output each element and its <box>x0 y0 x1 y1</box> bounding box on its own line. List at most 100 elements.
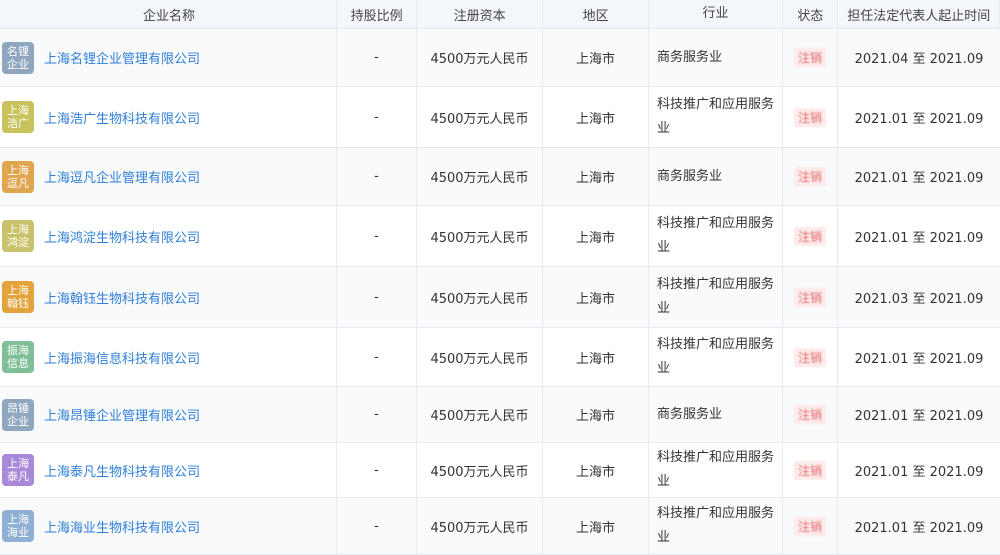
share-cell: - <box>337 206 417 266</box>
company-name-cell: 上海翰钰 上海翰钰生物科技有限公司 <box>0 267 337 327</box>
company-name-link[interactable]: 上海逗凡企业管理有限公司 <box>44 167 200 186</box>
company-name-link[interactable]: 上海海业生物科技有限公司 <box>44 517 200 536</box>
company-name-link[interactable]: 上海名锂企业管理有限公司 <box>44 48 200 67</box>
table-row[interactable]: 上海海业 上海海业生物科技有限公司 -4500万元人民币 上海市 科技推广和应用服务业注… <box>0 498 1000 555</box>
company-logo: 上海浩广 <box>2 101 34 133</box>
industry-cell: 科技推广和应用服务业 <box>649 87 783 147</box>
table-row[interactable]: 上海鸿淀 上海鸿淀生物科技有限公司 -4500万元人民币 上海市 科技推广和应用服务业注… <box>0 206 1000 267</box>
region-cell: 上海市 <box>543 443 649 497</box>
status-cell: 注销 <box>783 206 838 266</box>
header-status[interactable]: 状态 <box>783 0 839 28</box>
region-cell: 上海市 <box>543 148 649 205</box>
company-logo: 振海信息 <box>2 341 34 373</box>
region-cell: 上海市 <box>543 267 649 327</box>
status-cell: 注销 <box>783 443 838 497</box>
company-name-cell: 上海海业 上海海业生物科技有限公司 <box>0 498 337 554</box>
tenure-cell: 2021.01 至 2021.09 <box>854 409 984 424</box>
status-badge: 注销 <box>793 460 826 480</box>
header-tenure[interactable]: 担任法定代表人起止时间 <box>838 0 1000 28</box>
status-badge: 注销 <box>793 107 826 127</box>
share-cell: - <box>337 148 417 205</box>
company-name-link[interactable]: 上海翰钰生物科技有限公司 <box>44 288 200 307</box>
company-logo: 昂锤企业 <box>2 398 34 431</box>
company-name-link[interactable]: 上海振海信息科技有限公司 <box>44 348 200 367</box>
status-badge: 注销 <box>793 405 826 424</box>
table-row[interactable]: 上海翰钰 上海翰钰生物科技有限公司 -4500万元人民币 上海市 科技推广和应用服务业注… <box>0 267 1000 328</box>
share-cell: - <box>337 87 417 147</box>
region-cell: 上海市 <box>543 29 649 86</box>
region-cell: 上海市 <box>543 498 649 554</box>
industry-cell: 商务服务业 <box>649 148 783 205</box>
company-name-link[interactable]: 上海泰凡生物科技有限公司 <box>44 461 200 480</box>
share-cell: - <box>337 498 417 554</box>
company-table: 企业名称 持股比例 注册资本 地区 行业 状态 担任法定代表人起止时间 名锂企业… <box>0 0 1000 555</box>
capital-cell: 4500万元人民币 <box>417 148 543 205</box>
header-capital[interactable]: 注册资本 <box>417 0 544 28</box>
capital-cell: 4500万元人民币 <box>417 87 543 147</box>
company-name-cell: 上海浩广 上海浩广生物科技有限公司 <box>0 87 337 147</box>
company-logo: 名锂企业 <box>2 41 34 74</box>
capital-cell: 4500万元人民币 <box>417 498 543 554</box>
capital-cell: 4500万元人民币 <box>417 267 543 327</box>
header-share[interactable]: 持股比例 <box>337 0 418 28</box>
company-name-link[interactable]: 上海浩广生物科技有限公司 <box>44 108 200 127</box>
company-name-link[interactable]: 上海昂锤企业管理有限公司 <box>44 405 200 424</box>
company-logo: 上海翰钰 <box>2 281 34 313</box>
capital-cell: 4500万元人民币 <box>417 387 543 442</box>
company-logo: 上海海业 <box>2 510 34 542</box>
company-name-cell: 名锂企业 上海名锂企业管理有限公司 <box>0 29 337 86</box>
capital-cell: 4500万元人民币 <box>417 328 543 386</box>
company-name-cell: 昂锤企业 上海昂锤企业管理有限公司 <box>0 387 337 442</box>
table-header: 企业名称 持股比例 注册资本 地区 行业 状态 担任法定代表人起止时间 <box>0 0 1000 29</box>
region-cell: 上海市 <box>543 206 649 266</box>
company-name-cell: 上海鸿淀 上海鸿淀生物科技有限公司 <box>0 206 337 266</box>
status-cell: 注销 <box>783 87 838 147</box>
share-cell: - <box>337 29 417 86</box>
region-cell: 上海市 <box>543 87 649 147</box>
company-name-cell: 振海信息 上海振海信息科技有限公司 <box>0 328 337 386</box>
capital-cell: 4500万元人民币 <box>417 29 543 86</box>
share-cell: - <box>337 328 417 386</box>
table-row[interactable]: 昂锤企业 上海昂锤企业管理有限公司 -4500万元人民币 上海市 商务服务业 注销 2021… <box>0 387 1000 443</box>
tenure-cell: 2021.04 至 2021.09 <box>854 52 984 67</box>
share-cell: - <box>337 267 417 327</box>
table-row[interactable]: 上海逗凡 上海逗凡企业管理有限公司 -4500万元人民币 上海市 商务服务业 注销 2021… <box>0 148 1000 206</box>
tenure-cell: 2021.03 至 2021.09 <box>854 291 984 307</box>
status-badge: 注销 <box>793 167 826 186</box>
tenure-cell: 2021.01 至 2021.09 <box>854 111 984 127</box>
table-body: 名锂企业 上海名锂企业管理有限公司 -4500万元人民币 上海市 商务服务业 注销 2021… <box>0 29 1000 555</box>
region-cell: 上海市 <box>543 328 649 386</box>
tenure-cell: 2021.01 至 2021.09 <box>854 171 984 186</box>
industry-cell: 科技推广和应用服务业 <box>649 267 783 327</box>
company-name-link[interactable]: 上海鸿淀生物科技有限公司 <box>44 227 200 246</box>
status-cell: 注销 <box>783 148 838 205</box>
status-badge: 注销 <box>793 347 826 367</box>
tenure-cell: 2021.01 至 2021.09 <box>854 520 984 536</box>
table-row[interactable]: 上海泰凡 上海泰凡生物科技有限公司 -4500万元人民币 上海市 科技推广和应用服务业注… <box>0 443 1000 498</box>
company-name-cell: 上海逗凡 上海逗凡企业管理有限公司 <box>0 148 337 205</box>
status-cell: 注销 <box>783 29 838 86</box>
status-badge: 注销 <box>793 226 826 246</box>
table-row[interactable]: 名锂企业 上海名锂企业管理有限公司 -4500万元人民币 上海市 商务服务业 注销 2021… <box>0 29 1000 87</box>
header-name[interactable]: 企业名称 <box>0 0 337 28</box>
header-region[interactable]: 地区 <box>543 0 650 28</box>
share-cell: - <box>337 443 417 497</box>
status-badge: 注销 <box>793 516 826 536</box>
industry-cell: 科技推广和应用服务业 <box>649 206 783 266</box>
industry-cell: 科技推广和应用服务业 <box>649 498 783 554</box>
tenure-cell: 2021.01 至 2021.09 <box>854 230 984 246</box>
status-cell: 注销 <box>783 328 838 386</box>
table-row[interactable]: 振海信息 上海振海信息科技有限公司 -4500万元人民币 上海市 科技推广和应用服务业注… <box>0 328 1000 387</box>
tenure-cell: 2021.01 至 2021.09 <box>854 351 984 367</box>
industry-cell: 科技推广和应用服务业 <box>649 328 783 386</box>
tenure-cell: 2021.01 至 2021.09 <box>854 464 984 480</box>
table-row[interactable]: 上海浩广 上海浩广生物科技有限公司 -4500万元人民币 上海市 科技推广和应用服务业注… <box>0 87 1000 148</box>
company-logo: 上海鸿淀 <box>2 220 34 252</box>
company-name-cell: 上海泰凡 上海泰凡生物科技有限公司 <box>0 443 337 497</box>
status-cell: 注销 <box>783 498 838 554</box>
status-cell: 注销 <box>783 267 838 327</box>
status-badge: 注销 <box>793 48 826 67</box>
capital-cell: 4500万元人民币 <box>417 443 543 497</box>
industry-cell: 商务服务业 <box>649 387 783 442</box>
header-industry[interactable]: 行业 <box>649 0 783 28</box>
